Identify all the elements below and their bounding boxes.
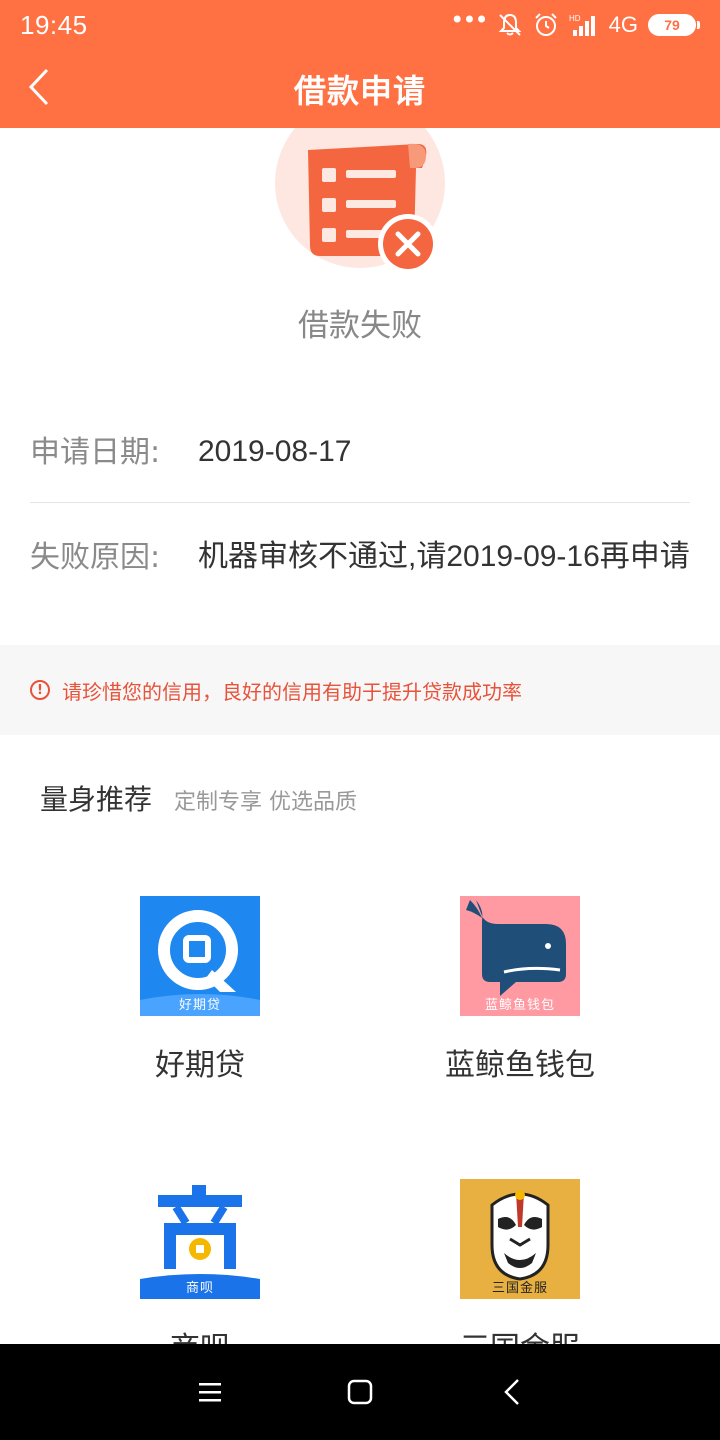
home-square-icon (347, 1379, 373, 1405)
recommend-header: 量身推荐 定制专享 优选品质 (40, 778, 357, 818)
back-button[interactable] (14, 62, 64, 112)
product-logo-caption: 三国金服 (491, 1281, 548, 1296)
recommend-subtitle: 定制专享 优选品质 (174, 790, 358, 815)
fail-reason-label: 失败原因: (30, 540, 161, 575)
exclamation-circle-icon: ! (30, 680, 50, 700)
battery-icon: 79 (648, 14, 700, 36)
product-item[interactable]: 好期贷 好期贷 (50, 896, 350, 1084)
product-logo: 好期贷 (140, 896, 260, 1016)
system-nav-bar (0, 1344, 720, 1440)
product-item[interactable]: 三国金服 三国金服 (370, 1179, 670, 1367)
nav-back-button[interactable] (492, 1372, 532, 1412)
screen: 19:45 ••• HD 4G 79 借款申请 借款失败 申请日期: 2019-… (0, 0, 720, 1440)
nav-back-icon (504, 1379, 519, 1405)
status-bar: 19:45 ••• HD 4G 79 (0, 0, 720, 50)
product-logo-caption: 商呗 (185, 1281, 214, 1296)
product-name: 蓝鲸鱼钱包 (445, 1048, 595, 1083)
more-dots-icon: ••• (450, 6, 488, 34)
signal-strength-icon: HD (569, 14, 595, 36)
product-logo: 商呗 (140, 1179, 260, 1299)
product-logo: 三国金服 (460, 1179, 580, 1299)
svg-text:HD: HD (569, 14, 581, 23)
recommend-title: 量身推荐 (40, 783, 153, 816)
menu-icon (199, 1383, 221, 1402)
credit-tip-text: 请珍惜您的信用，良好的信用有助于提升贷款成功率 (62, 679, 522, 704)
app-header: 借款申请 (0, 50, 720, 128)
divider (30, 502, 690, 503)
product-logo-caption: 蓝鲸鱼钱包 (484, 998, 555, 1013)
product-name: 好期贷 (155, 1048, 245, 1083)
product-item[interactable]: 蓝鲸鱼钱包 蓝鲸鱼钱包 (370, 896, 670, 1084)
apply-date-value: 2019-08-17 (198, 435, 352, 468)
product-logo-caption: 好期贷 (178, 998, 221, 1013)
fail-reason-row: 失败原因: 机器审核不通过,请2019-09-16再申请 (30, 538, 690, 578)
alarm-clock-icon (534, 13, 557, 36)
nav-home-button[interactable] (340, 1372, 380, 1412)
network-type: 4G (608, 12, 638, 37)
nav-menu-button[interactable] (190, 1372, 230, 1412)
chevron-left-icon (28, 68, 49, 106)
product-item[interactable]: 商呗 商呗 (50, 1179, 350, 1367)
credit-tip-bar: ! 请珍惜您的信用，良好的信用有助于提升贷款成功率 (0, 645, 720, 735)
result-hero: 借款失败 (0, 128, 720, 378)
failed-document-icon (308, 143, 438, 274)
fail-reason-value: 机器审核不通过,请2019-09-16再申请 (198, 540, 690, 573)
apply-date-row: 申请日期: 2019-08-17 (30, 433, 690, 473)
status-icons: ••• HD 4G 79 (450, 6, 700, 40)
mute-bell-icon (498, 13, 522, 36)
apply-date-label: 申请日期: (30, 435, 161, 470)
result-status-text: 借款失败 (298, 308, 422, 344)
product-logo: 蓝鲸鱼钱包 (460, 896, 580, 1016)
page-title: 借款申请 (293, 72, 426, 110)
status-time: 19:45 (20, 9, 88, 40)
